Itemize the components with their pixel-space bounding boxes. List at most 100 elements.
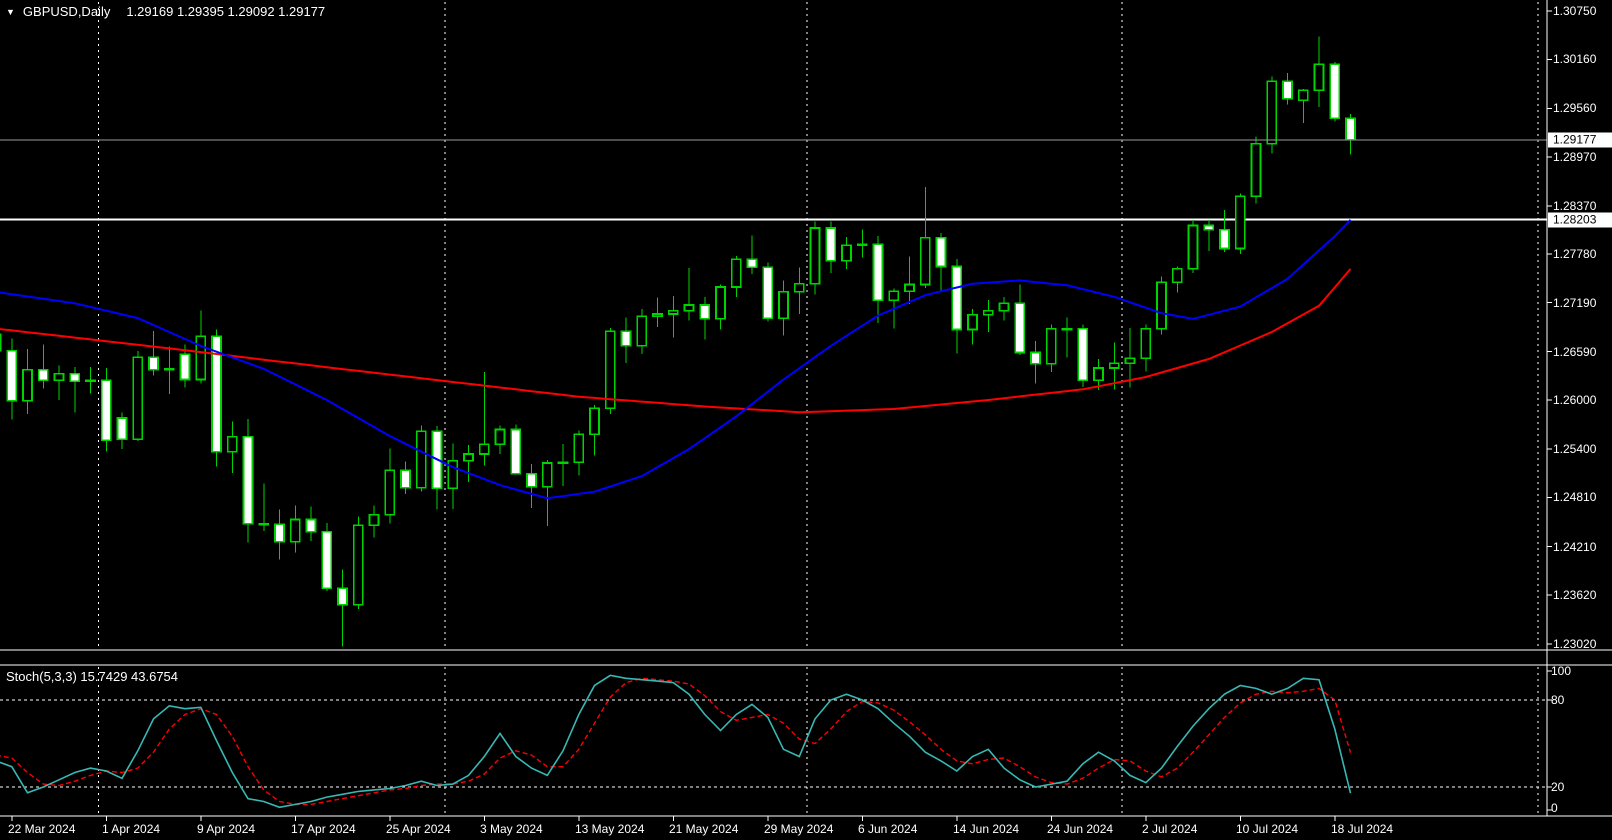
price-axis-label[interactable]: 1.30750 xyxy=(1553,4,1596,18)
candle-body xyxy=(683,304,695,312)
candle-body xyxy=(1203,224,1215,231)
chart-ohlc-values: 1.29169 1.29395 1.29092 1.29177 xyxy=(126,4,326,19)
candle-body xyxy=(195,335,207,381)
price-axis-label[interactable]: 1.24210 xyxy=(1553,540,1596,554)
time-axis-label[interactable]: 10 Jul 2024 xyxy=(1236,822,1298,836)
candle-body xyxy=(1187,224,1199,270)
candle-body xyxy=(305,518,317,533)
candle-body xyxy=(1156,281,1167,330)
candle-body xyxy=(478,443,490,455)
candle-body xyxy=(636,315,648,347)
candle-body xyxy=(1077,327,1089,382)
chart-background xyxy=(0,0,1612,840)
candle-body xyxy=(1171,268,1183,283)
candle-body xyxy=(604,330,616,409)
candle-body xyxy=(652,313,663,318)
candle-body xyxy=(22,368,33,402)
candle-body xyxy=(573,433,585,464)
candle-body xyxy=(163,368,175,371)
candle-body xyxy=(667,309,679,315)
candle-body xyxy=(841,244,852,262)
level-price-tag: 1.28203 xyxy=(1548,212,1612,228)
candle-body xyxy=(1093,367,1104,382)
candle-body xyxy=(1108,362,1120,369)
candle-body xyxy=(589,407,600,436)
candle-body xyxy=(1345,117,1356,141)
candle-body xyxy=(919,237,931,286)
stoch-axis-label[interactable]: 0 xyxy=(1551,801,1558,815)
candle-body xyxy=(730,258,742,288)
candle-body xyxy=(982,309,994,316)
time-axis-label[interactable]: 1 Apr 2024 xyxy=(102,822,160,836)
candle-body xyxy=(1014,302,1026,354)
candle-body xyxy=(226,436,238,453)
price-axis-label[interactable]: 1.26000 xyxy=(1553,393,1596,407)
candle-body xyxy=(778,291,789,319)
price-axis-label[interactable]: 1.24810 xyxy=(1553,490,1596,504)
current-price-tag: 1.29177 xyxy=(1548,132,1612,148)
symbol-marker-icon: ▼ xyxy=(6,6,15,17)
time-axis-label[interactable]: 17 Apr 2024 xyxy=(291,822,356,836)
time-axis-label[interactable]: 21 May 2024 xyxy=(669,822,738,836)
candle-body xyxy=(699,304,711,320)
time-axis-label[interactable]: 22 Mar 2024 xyxy=(8,822,75,836)
time-axis-label[interactable]: 3 May 2024 xyxy=(480,822,543,836)
candle-body xyxy=(1313,63,1325,92)
candle-body xyxy=(1061,327,1073,331)
price-axis-label[interactable]: 1.27190 xyxy=(1553,296,1596,310)
candle-body xyxy=(967,314,978,331)
chart-title: GBPUSD,Daily xyxy=(22,4,111,19)
time-axis-label[interactable]: 9 Apr 2024 xyxy=(197,822,255,836)
candle-body xyxy=(872,243,884,301)
candle-body xyxy=(541,462,553,488)
stoch-axis-label[interactable]: 20 xyxy=(1551,780,1564,794)
candle-body xyxy=(1045,327,1057,365)
price-axis-label[interactable]: 1.30160 xyxy=(1553,52,1596,66)
candle-body xyxy=(53,372,65,382)
candle-body xyxy=(1282,80,1293,100)
price-axis-label[interactable]: 1.29560 xyxy=(1553,101,1596,115)
candle-body xyxy=(337,587,348,606)
time-axis-label[interactable]: 2 Jul 2024 xyxy=(1142,822,1197,836)
stoch-axis-label[interactable]: 100 xyxy=(1551,664,1571,678)
time-axis-label[interactable]: 25 Apr 2024 xyxy=(386,822,451,836)
price-axis-label[interactable]: 1.23020 xyxy=(1553,637,1596,651)
candle-body xyxy=(368,513,380,527)
price-chart-canvas[interactable] xyxy=(0,0,1612,840)
price-axis-label[interactable]: 1.23620 xyxy=(1553,588,1596,602)
price-axis-label[interactable]: 1.28970 xyxy=(1553,150,1596,164)
time-axis-label[interactable]: 18 Jul 2024 xyxy=(1331,822,1393,836)
candle-body xyxy=(809,227,821,285)
time-axis-label[interactable]: 14 Jun 2024 xyxy=(953,822,1019,836)
candle-body xyxy=(352,524,364,606)
price-axis-label[interactable]: 1.28370 xyxy=(1553,199,1596,213)
candle-body xyxy=(510,428,522,475)
candle-body xyxy=(715,286,726,320)
candle-body xyxy=(242,436,254,525)
time-axis-label[interactable]: 24 Jun 2024 xyxy=(1047,822,1113,836)
candle-body xyxy=(289,518,301,543)
candle-body xyxy=(1030,351,1041,365)
stoch-axis-label[interactable]: 80 xyxy=(1551,693,1564,707)
time-axis-label[interactable]: 6 Jun 2024 xyxy=(858,822,917,836)
candle-body xyxy=(0,333,2,352)
candle-body xyxy=(935,237,947,268)
candle-body xyxy=(85,379,96,383)
candle-body xyxy=(463,453,474,462)
candle-body xyxy=(856,243,868,247)
indicator-label: Stoch(5,3,3) 15.7429 43.6754 xyxy=(6,669,179,684)
candle-body xyxy=(37,368,49,382)
price-axis-label[interactable]: 1.27780 xyxy=(1553,247,1596,261)
chart-header: ▼ GBPUSD,Daily 1.29169 1.29395 1.29092 1… xyxy=(6,4,325,19)
candle-body xyxy=(274,523,285,543)
candle-body xyxy=(557,461,569,465)
candle-body xyxy=(321,531,333,590)
candle-body xyxy=(1219,228,1230,250)
candle-body xyxy=(258,522,270,526)
price-axis-label[interactable]: 1.26590 xyxy=(1553,345,1596,359)
time-axis-label[interactable]: 29 May 2024 xyxy=(764,822,833,836)
candle-body xyxy=(415,430,427,489)
price-axis-label[interactable]: 1.25400 xyxy=(1553,442,1596,456)
time-axis-label[interactable]: 13 May 2024 xyxy=(575,822,644,836)
candle-body xyxy=(1297,89,1309,102)
